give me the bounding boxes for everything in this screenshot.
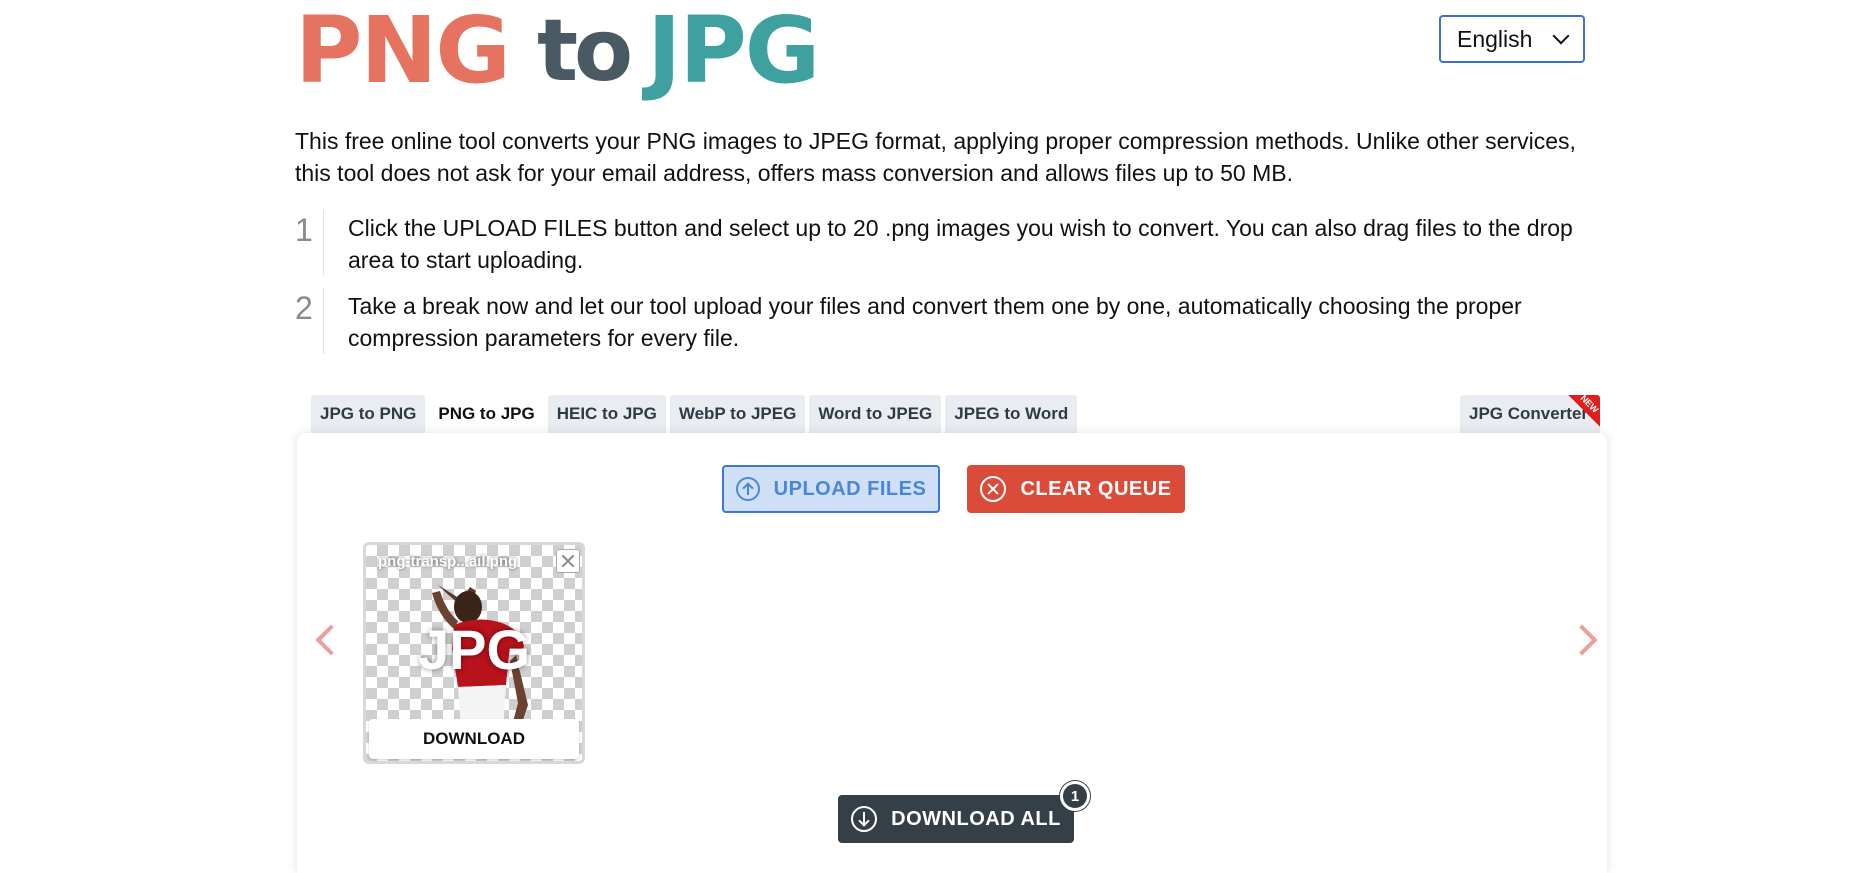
step-item: 1 Click the UPLOAD FILES button and sele… — [295, 210, 1590, 276]
file-name: png-transp...ail.png — [378, 553, 518, 570]
chevron-left-icon[interactable] — [315, 624, 347, 656]
language-value: English — [1457, 25, 1533, 52]
step-divider — [323, 288, 324, 354]
file-download-button[interactable]: DOWNLOAD — [369, 719, 579, 759]
download-all-button[interactable]: DOWNLOAD ALL — [838, 795, 1074, 843]
upload-panel[interactable]: UPLOAD FILES CLEAR QUEUE png-transp...ai… — [297, 433, 1607, 873]
remove-file-icon[interactable] — [556, 549, 580, 573]
step-number: 2 — [295, 290, 313, 326]
step-text: Click the UPLOAD FILES button and select… — [348, 215, 1573, 273]
clear-queue-button[interactable]: CLEAR QUEUE — [967, 465, 1185, 513]
new-badge: NEW — [1566, 395, 1600, 429]
language-select[interactable]: English — [1439, 15, 1585, 63]
close-circle-icon — [980, 476, 1007, 502]
clear-queue-label: CLEAR QUEUE — [1020, 477, 1172, 500]
chevron-down-icon — [1552, 27, 1570, 45]
tab-jpeg-to-word[interactable]: JPEG to Word — [945, 395, 1078, 433]
upload-files-label: UPLOAD FILES — [773, 477, 927, 500]
tab-heic-to-jpg[interactable]: HEIC to JPG — [547, 395, 666, 433]
tab-jpg-to-png[interactable]: JPG to PNG — [311, 395, 426, 433]
logo-to: to — [536, 1, 633, 101]
steps-list: 1 Click the UPLOAD FILES button and sele… — [295, 210, 1590, 366]
intro-text: This free online tool converts your PNG … — [295, 128, 1576, 186]
step-item: 2 Take a break now and let our tool uplo… — [295, 288, 1590, 354]
upload-icon — [735, 477, 760, 501]
logo-png: PNG — [295, 0, 511, 104]
tab-word-to-jpeg[interactable]: Word to JPEG — [809, 395, 942, 433]
tab-jpg-converter[interactable]: JPG Converter NEW — [1460, 395, 1600, 433]
step-number: 1 — [295, 212, 313, 248]
download-count-badge: 1 — [1060, 781, 1090, 811]
step-text: Take a break now and let our tool upload… — [348, 293, 1522, 351]
chevron-right-icon[interactable] — [1566, 624, 1598, 656]
format-badge: JPG — [417, 618, 531, 681]
converter-tabs: JPG to PNG PNG to JPG HEIC to JPG WebP t… — [311, 395, 1081, 433]
site-logo[interactable]: PNG to JPG — [295, 0, 820, 104]
file-thumbnail[interactable]: png-transp...ail.png JPG DOWNLOAD — [363, 542, 585, 764]
tab-webp-to-jpeg[interactable]: WebP to JPEG — [669, 395, 806, 433]
download-all-label: DOWNLOAD ALL — [891, 807, 1061, 830]
upload-files-button[interactable]: UPLOAD FILES — [722, 465, 940, 513]
logo-jpg: JPG — [647, 0, 820, 104]
download-icon — [851, 806, 878, 832]
tab-png-to-jpg[interactable]: PNG to JPG — [429, 395, 544, 433]
step-divider — [323, 210, 324, 276]
